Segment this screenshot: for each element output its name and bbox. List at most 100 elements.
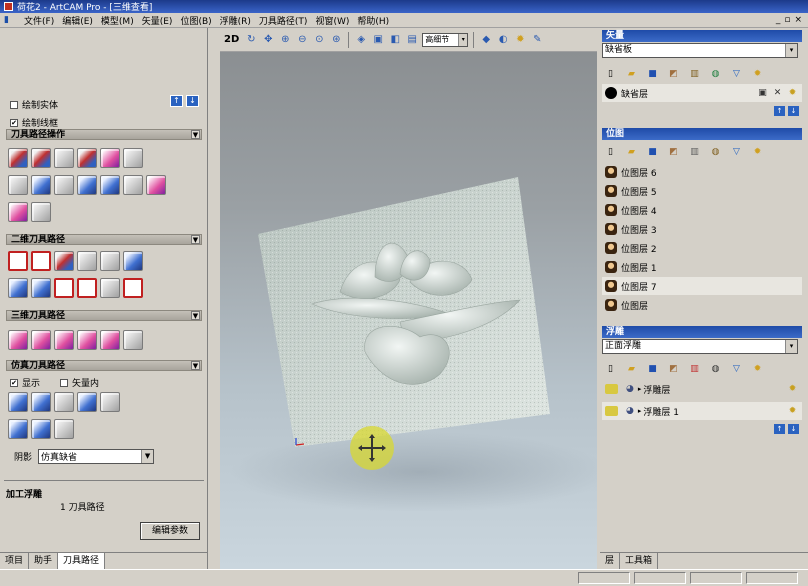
profile-icon[interactable]: [8, 251, 28, 271]
toolpath-merge-icon[interactable]: [77, 148, 97, 168]
relief-layer-row[interactable]: ◕ ▸ 浮雕层 1 ✹: [602, 402, 802, 420]
vector-layer-row[interactable]: 缺省层 ▣ ✕ ✹: [602, 84, 802, 102]
save-icon[interactable]: ■: [646, 146, 659, 158]
mdi-minimize-button[interactable]: _: [776, 15, 781, 25]
rotate-icon[interactable]: ↻: [244, 33, 258, 47]
draw-wireframe-option[interactable]: ✔ 绘制线框: [10, 116, 58, 129]
delete-icon[interactable]: ▽: [730, 146, 743, 158]
area-clearance-icon[interactable]: [31, 251, 51, 271]
draw-wireframe-checkbox[interactable]: ✔: [10, 118, 18, 127]
edit-params-button[interactable]: 编辑参数: [140, 522, 200, 540]
move-down-button[interactable]: ↓: [788, 424, 799, 434]
toolpath-cube-icon[interactable]: [54, 175, 74, 195]
zoom-fit-icon[interactable]: ⊛: [329, 33, 343, 47]
show-option[interactable]: ✔ 显示: [10, 376, 40, 389]
smart-engraving-icon[interactable]: [8, 278, 28, 298]
machine-rest-icon[interactable]: [54, 330, 74, 350]
bitmap-layer-row[interactable]: 位图层 4: [602, 201, 802, 219]
bulb-icon[interactable]: ✹: [787, 383, 798, 396]
chevron-down-icon[interactable]: ▾: [785, 44, 797, 57]
document-icon[interactable]: ▮: [4, 15, 16, 26]
top-view-icon[interactable]: ▤: [405, 33, 419, 47]
properties-icon[interactable]: ▥: [688, 68, 701, 80]
toolpath-block-icon[interactable]: [31, 175, 51, 195]
menu-vector[interactable]: 矢量(E): [138, 14, 177, 27]
delete-icon[interactable]: ▽: [730, 363, 743, 375]
section-simulation[interactable]: 仿真刀具路径 ▼: [6, 360, 202, 371]
bitmap-layer-row[interactable]: 位图层 3: [602, 220, 802, 238]
layer-settings-icon[interactable]: ◍: [709, 363, 722, 375]
front-view-icon[interactable]: ▣: [371, 33, 385, 47]
move-gizmo-icon[interactable]: [350, 426, 394, 470]
pan-icon[interactable]: ✥: [261, 33, 275, 47]
z-level-roughing-icon[interactable]: [31, 330, 51, 350]
layer-color-icon[interactable]: [605, 87, 617, 99]
drilling-icon[interactable]: [54, 251, 74, 271]
menu-help[interactable]: 帮助(H): [353, 14, 393, 27]
properties-icon[interactable]: ▥: [688, 146, 701, 158]
tab-toolbox[interactable]: 工具箱: [620, 553, 659, 569]
bulb-icon[interactable]: ✹: [751, 146, 764, 158]
tab-assistant[interactable]: 助手: [29, 553, 59, 569]
light-settings-icon[interactable]: ✎: [530, 33, 544, 47]
v-bit-carving-icon[interactable]: [77, 251, 97, 271]
tab-project[interactable]: 项目: [0, 553, 30, 569]
simulation-block-icon[interactable]: [77, 392, 97, 412]
merge-icon[interactable]: ◩: [667, 68, 680, 80]
toolpath-edit-icon[interactable]: [77, 175, 97, 195]
bitmap-layer-row[interactable]: 位图层 7: [602, 277, 802, 295]
collapse-2d-icon[interactable]: ▼: [191, 235, 200, 244]
relief-select[interactable]: 正面浮雕 ▾: [602, 339, 798, 354]
tab-layers[interactable]: 层: [600, 553, 621, 569]
menu-edit[interactable]: 编辑(E): [58, 14, 97, 27]
side-view-icon[interactable]: ◧: [388, 33, 402, 47]
toolpath-nest-icon[interactable]: [8, 202, 28, 222]
iso-view-icon[interactable]: ◈: [354, 33, 368, 47]
save-icon[interactable]: ■: [646, 363, 659, 375]
lock-icon[interactable]: ▣: [757, 87, 768, 100]
save-simulation-icon[interactable]: [8, 419, 28, 439]
star-toolpath-icon[interactable]: [100, 330, 120, 350]
zoom-in-icon[interactable]: ⊕: [278, 33, 292, 47]
material-icon[interactable]: ◆: [479, 33, 493, 47]
new-layer-icon[interactable]: ▯: [604, 68, 617, 80]
save-icon[interactable]: ■: [646, 68, 659, 80]
reset-simulation-icon[interactable]: [54, 419, 74, 439]
toolpath-save-icon[interactable]: [123, 148, 143, 168]
collapse-toolpath-ops-icon[interactable]: ▼: [191, 130, 200, 139]
inspect-icon[interactable]: [123, 330, 143, 350]
prism-icon[interactable]: [77, 278, 97, 298]
menu-window[interactable]: 视窗(W): [311, 14, 353, 27]
bulb-icon[interactable]: ✹: [787, 405, 798, 418]
move-down-button[interactable]: ↓: [788, 106, 799, 116]
toolpath-transform-icon[interactable]: [100, 148, 120, 168]
menu-model[interactable]: 模型(M): [97, 14, 138, 27]
bitmap-layer-row[interactable]: 位图层 1: [602, 258, 802, 276]
relief-colour-icon[interactable]: ◐: [496, 33, 510, 47]
open-icon[interactable]: ▰: [625, 146, 638, 158]
inlay-icon[interactable]: [54, 278, 74, 298]
merge-icon[interactable]: ◩: [667, 363, 680, 375]
simulate-toolpath-icon[interactable]: [8, 392, 28, 412]
menu-bitmap[interactable]: 位图(B): [176, 14, 215, 27]
mdi-restore-button[interactable]: ▫: [784, 15, 790, 25]
new-layer-icon[interactable]: ▯: [604, 146, 617, 158]
toolpath-info-icon[interactable]: [31, 148, 51, 168]
draw-solid-checkbox[interactable]: [10, 100, 18, 109]
simulate-next-icon[interactable]: [54, 392, 74, 412]
section-2d-toolpaths[interactable]: 二维刀具路径 ▼: [6, 234, 202, 245]
properties-icon[interactable]: ▥: [688, 363, 701, 375]
draw-solid-option[interactable]: 绘制实体: [10, 98, 58, 111]
bulb-icon[interactable]: ✹: [751, 68, 764, 80]
section-toolpath-ops[interactable]: 刀具路径操作 ▼: [6, 129, 202, 140]
bulb-icon[interactable]: ✹: [787, 87, 798, 100]
mdi-close-button[interactable]: ×: [794, 15, 802, 25]
shade-select[interactable]: 仿真缺省 ▼: [38, 449, 155, 464]
new-layer-icon[interactable]: ▯: [604, 363, 617, 375]
tab-toolpaths[interactable]: 刀具路径: [58, 553, 106, 569]
vector-sheet-select[interactable]: 缺省板 ▾: [602, 43, 798, 58]
3d-finishing-icon[interactable]: [77, 330, 97, 350]
bulb-icon[interactable]: ✹: [513, 33, 527, 47]
menu-relief[interactable]: 浮雕(R): [216, 14, 255, 27]
engraving-icon[interactable]: [100, 251, 120, 271]
